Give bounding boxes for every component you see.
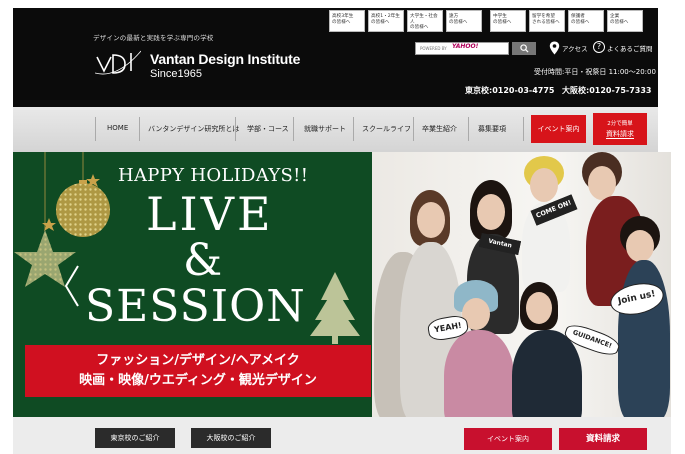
- person-face: [588, 166, 616, 200]
- nav-item-school-life[interactable]: スクールライフ: [362, 124, 411, 134]
- hero-banner[interactable]: HAPPY HOLIDAYS!! LIVE & SESSION ファッション/デ…: [13, 152, 372, 417]
- quick-link-line2: の皆様へ: [493, 19, 512, 25]
- bottom-bar: 東京校のご紹介 大阪校のご紹介 イベント案内 資料請求: [13, 417, 671, 454]
- quick-link-line1: 遠方: [449, 14, 459, 19]
- person-face: [417, 202, 445, 238]
- quick-link-line2: の皆様へ: [610, 19, 629, 25]
- nav-item-courses[interactable]: 学部・コース: [247, 124, 289, 134]
- ribbon-line-2: 映画・映像/ウエディング・観光デザイン: [79, 373, 317, 388]
- hero-title-session: SESSION: [85, 281, 306, 332]
- search-powered-label: POWERED BY: [420, 46, 447, 51]
- hero-title-amp: &: [183, 235, 223, 286]
- nav-divider: [353, 117, 354, 141]
- hero-ribbon: ファッション/デザイン/ヘアメイク 映画・映像/ウエディング・観光デザイン: [25, 345, 371, 397]
- nav-divider: [235, 117, 236, 141]
- phone-tokyo[interactable]: 東京校:0120-03-4775: [465, 85, 555, 96]
- request-brochure-label: 資料請求: [606, 130, 634, 139]
- site-tagline: デザインの最新と実践を学ぶ専門の学校: [93, 34, 214, 42]
- hero-photo[interactable]: COME ON! Vantan Join us! YEAH! GUIDANCE!: [372, 152, 671, 417]
- quick-link-companies[interactable]: 企業 の皆様へ: [607, 10, 643, 32]
- quick-link-line2: の皆様へ: [571, 19, 590, 25]
- quick-link-hs3[interactable]: 高校3年生 の皆様へ: [329, 10, 365, 32]
- nav-item-graduates[interactable]: 卒業生紹介: [422, 124, 457, 134]
- quick-link-line1: 企業: [610, 14, 620, 19]
- ribbon-line-1: ファッション/デザイン/ヘアメイク: [96, 353, 300, 368]
- quick-link-university[interactable]: 大学生・社会人 の皆様へ: [407, 10, 443, 32]
- person-face: [530, 168, 558, 202]
- osaka-campus-button[interactable]: 大阪校のご紹介: [191, 428, 271, 448]
- quick-link-junior[interactable]: 中学生 の皆様へ: [490, 10, 526, 32]
- quick-link-line1: 大学生・社会人: [410, 14, 438, 25]
- quick-link-parents[interactable]: 保護者 の皆様へ: [568, 10, 604, 32]
- help-icon[interactable]: ?: [593, 41, 605, 53]
- brand-since: Since1965: [150, 68, 202, 80]
- person-face: [477, 194, 505, 230]
- yahoo-logo: YAHOO!: [452, 43, 479, 50]
- event-info-button[interactable]: イベント案内: [531, 115, 586, 143]
- person-figure: [512, 330, 582, 417]
- person-face: [626, 230, 654, 262]
- tokyo-campus-button[interactable]: 東京校のご紹介: [95, 428, 175, 448]
- quick-link-line1: 保護者: [571, 14, 585, 19]
- request-brochure-sub: 2分で簡単: [607, 121, 633, 127]
- map-pin-icon[interactable]: [549, 41, 560, 55]
- faq-link[interactable]: よくあるご質問: [607, 43, 653, 53]
- nav-item-home[interactable]: HOME: [107, 124, 128, 132]
- nav-divider: [293, 117, 294, 141]
- quick-link-hs12[interactable]: 高校1・2年生 の皆様へ: [368, 10, 404, 32]
- nav-divider: [523, 117, 524, 141]
- brand-name[interactable]: Vantan Design Institute: [150, 51, 300, 67]
- quick-link-line2: される皆様へ: [532, 19, 560, 25]
- person-face: [526, 292, 552, 324]
- quick-link-line2: の皆様へ: [449, 19, 468, 25]
- quick-link-line2: の皆様へ: [410, 25, 429, 30]
- quick-link-remote[interactable]: 遠方 の皆様へ: [446, 10, 482, 32]
- nav-divider: [139, 117, 140, 141]
- search-icon: [519, 44, 529, 53]
- main-nav: HOME バンタンデザイン研究所とは 学部・コース 就職サポート スクールライフ…: [13, 107, 658, 152]
- quick-link-line2: の皆様へ: [332, 19, 351, 25]
- quick-link-line1: 高校1・2年生: [371, 14, 400, 19]
- person-figure: [444, 330, 514, 417]
- quick-link-line1: 留学を希望: [532, 14, 555, 19]
- quick-link-study-abroad[interactable]: 留学を希望 される皆様へ: [529, 10, 565, 32]
- bottom-request-button[interactable]: 資料請求: [559, 428, 647, 450]
- reception-hours: 受付時間:平日・祝祭日 11:00～20:00: [534, 68, 656, 76]
- nav-divider: [413, 117, 414, 141]
- search-button[interactable]: [512, 42, 536, 55]
- nav-item-about[interactable]: バンタンデザイン研究所とは: [148, 124, 239, 134]
- nav-divider: [95, 117, 96, 141]
- phone-osaka[interactable]: 大阪校:0120-75-7333: [562, 85, 652, 96]
- quick-link-line1: 高校3年生: [332, 14, 354, 19]
- vdi-logo-icon[interactable]: [95, 49, 141, 77]
- hero-title-live: LIVE: [146, 187, 274, 241]
- carousel-prev-icon[interactable]: [64, 264, 80, 308]
- bottom-event-button[interactable]: イベント案内: [464, 428, 552, 450]
- hero-greeting: HAPPY HOLIDAYS!!: [118, 165, 309, 186]
- nav-item-career[interactable]: 就職サポート: [304, 124, 346, 134]
- quick-link-line2: の皆様へ: [371, 19, 390, 25]
- nav-item-admissions[interactable]: 募集要項: [478, 124, 506, 134]
- access-link[interactable]: アクセス: [562, 43, 588, 53]
- request-brochure-button[interactable]: 2分で簡単 資料請求: [593, 113, 647, 145]
- quick-link-line1: 中学生: [493, 14, 507, 19]
- nav-divider: [468, 117, 469, 141]
